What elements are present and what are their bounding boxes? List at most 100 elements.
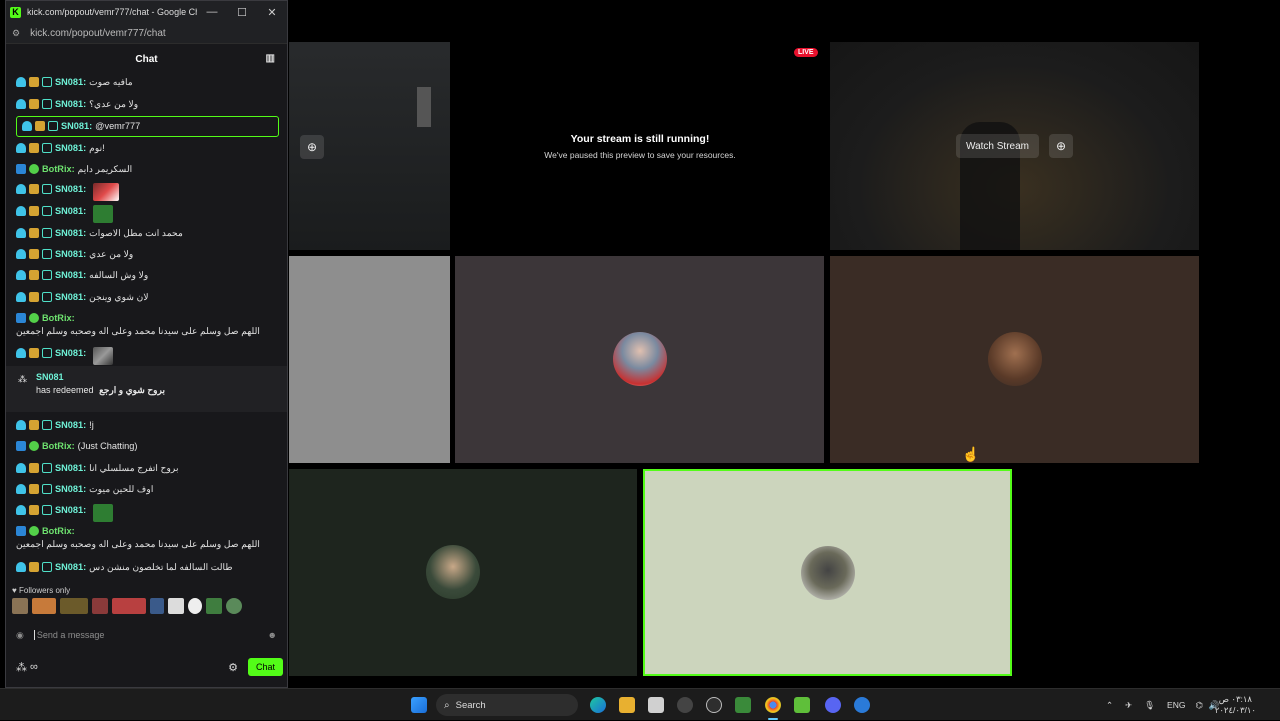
windows-start-icon[interactable]	[411, 697, 427, 713]
chat-username[interactable]: SN081:	[55, 291, 86, 304]
chat-header: Chat ▥	[6, 44, 287, 74]
og-badge-icon	[42, 206, 52, 216]
paused-subtitle: We've paused this preview to save your r…	[544, 150, 736, 160]
quick-emote[interactable]	[12, 598, 28, 614]
chat-username[interactable]: SN081:	[55, 248, 86, 261]
quick-emote[interactable]	[168, 598, 184, 614]
chat-username[interactable]: SN081:	[61, 120, 92, 133]
chat-username[interactable]: BotRix:	[42, 525, 75, 538]
chat-emote	[93, 504, 114, 522]
chat-username[interactable]: SN081:	[55, 183, 86, 196]
chat-username[interactable]: SN081:	[55, 561, 86, 574]
chat-username[interactable]: SN081:	[55, 142, 86, 155]
message-placeholder[interactable]: Send a message	[33, 630, 268, 640]
stream-tile-4[interactable]	[455, 256, 824, 463]
stream-tile-7-selected[interactable]	[643, 469, 1012, 676]
stream-tile-1[interactable]: ⊕	[289, 42, 450, 250]
subscriber-badge-icon	[22, 121, 32, 131]
quick-emote[interactable]	[112, 598, 146, 614]
subscriber-badge-icon	[16, 292, 26, 302]
magnify-icon[interactable]: ⊕	[300, 135, 324, 159]
network-icon[interactable]: ✈	[1125, 700, 1132, 711]
gear-icon[interactable]: ⚙	[228, 661, 238, 674]
chat-username[interactable]: SN081:	[55, 462, 86, 475]
quick-emote[interactable]	[226, 598, 242, 614]
url-text: kick.com/popout/vemr777/chat	[30, 27, 166, 39]
microsoft-store-icon[interactable]	[648, 697, 664, 713]
og-badge-icon	[42, 463, 52, 473]
chat-footer: ⁂ ∞ ⚙ Chat	[16, 657, 283, 677]
edge-browser-icon[interactable]	[590, 697, 606, 713]
watch-stream-button[interactable]: Watch Stream	[956, 134, 1039, 158]
system-tray: ⌃ ✈ 🎙 ENG ⌬ 🔊	[1106, 689, 1219, 721]
message-input[interactable]: ◉ Send a message ☻	[16, 626, 277, 644]
chat-username[interactable]: BotRix:	[42, 440, 75, 453]
chat-message: SN081:	[16, 183, 279, 201]
reward-redeem-event: ⁂ SN081 has redeemed بروح شوي و ارجع	[6, 366, 287, 412]
chat-message-highlighted: SN081: @vemr777	[16, 116, 279, 137]
chat-username[interactable]: SN081:	[55, 98, 86, 111]
emoji-icon[interactable]: ☻	[268, 630, 277, 640]
chat-username[interactable]: SN081:	[55, 205, 86, 218]
quick-emote[interactable]	[32, 598, 56, 614]
points-icon[interactable]: ⁂	[16, 661, 27, 674]
chat-username[interactable]: SN081:	[55, 227, 86, 240]
chat-username[interactable]: BotRix:	[42, 163, 75, 176]
app-icon[interactable]	[677, 697, 693, 713]
stream-tile-5[interactable]	[830, 256, 1199, 463]
og-badge-icon	[42, 270, 52, 280]
kick-favicon-icon: K	[10, 6, 21, 18]
minimize-button[interactable]: —	[197, 6, 227, 18]
chat-username[interactable]: SN081:	[55, 483, 86, 496]
stream-tile-2[interactable]: Watch Stream ⊕	[830, 42, 1199, 250]
tune-icon[interactable]: ⚙	[12, 28, 20, 39]
stream-tile-3[interactable]	[289, 256, 450, 463]
file-explorer-icon[interactable]	[619, 697, 635, 713]
subscriber-badge-icon	[16, 270, 26, 280]
quick-emote[interactable]	[188, 598, 202, 614]
channel-points-icon[interactable]: ◉	[16, 630, 24, 641]
magnify-icon[interactable]: ⊕	[1049, 134, 1073, 158]
redeem-reward: بروح شوي و ارجع	[99, 385, 165, 395]
chat-username[interactable]: SN081:	[55, 419, 86, 432]
chat-message: SN081: !j	[16, 419, 279, 432]
chat-messages[interactable]: SN081: مافيه صوت SN081: ولا من عدي؟ SN08…	[6, 73, 287, 583]
redeem-username[interactable]: SN081	[36, 372, 287, 382]
subscriber-badge-icon	[16, 206, 26, 216]
maximize-button[interactable]: ☐	[227, 6, 257, 19]
app-icon[interactable]	[794, 697, 810, 713]
subscriber-badge-icon	[16, 348, 26, 358]
send-chat-button[interactable]: Chat	[247, 658, 283, 676]
wifi-icon[interactable]: ⌬	[1195, 700, 1202, 711]
chat-username[interactable]: SN081:	[55, 504, 86, 517]
app-icon[interactable]	[706, 697, 722, 713]
address-bar[interactable]: ⚙ kick.com/popout/vemr777/chat	[6, 23, 287, 44]
subscriber-badge-icon	[16, 143, 26, 153]
quick-emote[interactable]	[60, 598, 88, 614]
subscriber-badge-icon	[16, 505, 26, 515]
app-icon[interactable]	[735, 697, 751, 713]
microphone-icon[interactable]: 🎙	[1144, 700, 1155, 711]
quick-emote[interactable]	[92, 598, 108, 614]
subscriber-badge-icon	[16, 562, 26, 572]
chrome-browser-icon[interactable]	[765, 697, 781, 713]
discord-icon[interactable]	[825, 697, 841, 713]
language-indicator[interactable]: ENG	[1167, 700, 1185, 710]
taskbar-search[interactable]: ⌕ Search	[436, 694, 578, 716]
streamer-avatar	[801, 546, 855, 600]
system-clock[interactable]: ٠٣:١٨ ص ٢٠٢٤/٠٣/١٠	[1215, 694, 1256, 716]
crown-badge-icon	[29, 143, 39, 153]
quick-emote[interactable]	[206, 598, 222, 614]
close-button[interactable]: ✕	[257, 6, 287, 19]
quick-emote[interactable]	[150, 598, 164, 614]
stream-tile-6[interactable]	[289, 469, 637, 676]
chat-username[interactable]: SN081:	[55, 347, 86, 360]
chat-username[interactable]: SN081:	[55, 76, 86, 89]
chat-username[interactable]: BotRix:	[42, 312, 75, 325]
leaderboard-icon[interactable]: ▥	[266, 53, 275, 64]
chat-text: اللهم صل وسلم على سيدنا محمد وعلى اله وص…	[16, 326, 260, 336]
chevron-up-icon[interactable]: ⌃	[1106, 700, 1113, 711]
chat-username[interactable]: SN081:	[55, 269, 86, 282]
crown-badge-icon	[29, 463, 39, 473]
app-icon[interactable]	[854, 697, 870, 713]
